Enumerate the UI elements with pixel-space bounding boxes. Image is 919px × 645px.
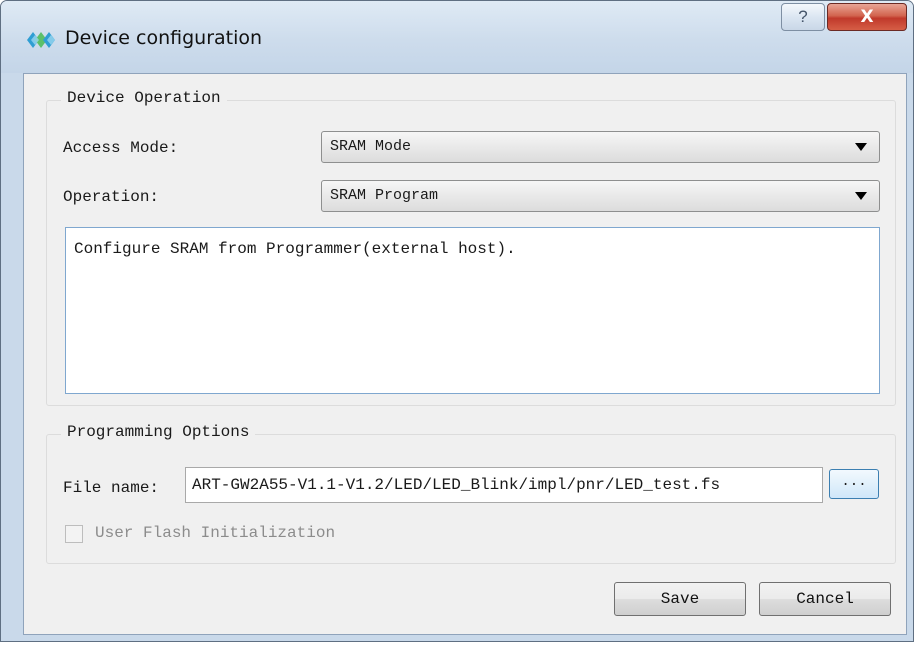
chevron-down-icon [855, 143, 867, 151]
file-name-label: File name: [63, 479, 160, 497]
access-mode-label: Access Mode: [63, 139, 179, 157]
device-operation-group: Device Operation Access Mode: SRAM Mode … [46, 89, 896, 406]
file-name-input[interactable] [185, 467, 823, 503]
device-operation-title: Device Operation [61, 89, 227, 107]
browse-button[interactable]: ... [829, 469, 879, 499]
operation-label: Operation: [63, 188, 160, 206]
operation-select[interactable]: SRAM Program [321, 180, 880, 212]
dialog-body: Device Operation Access Mode: SRAM Mode … [23, 73, 907, 635]
programming-options-group: Programming Options File name: ... User … [46, 423, 896, 564]
operation-description: Configure SRAM from Programmer(external … [65, 227, 880, 394]
user-flash-checkbox[interactable] [65, 525, 83, 543]
close-icon: X [860, 7, 874, 27]
title-bar[interactable]: Device configuration ? X [1, 1, 913, 73]
access-mode-value: SRAM Mode [330, 138, 412, 155]
device-configuration-dialog: Device configuration ? X Device Operatio… [0, 0, 914, 642]
access-mode-select[interactable]: SRAM Mode [321, 131, 880, 163]
save-button[interactable]: Save [614, 582, 746, 616]
operation-value: SRAM Program [330, 187, 439, 204]
help-button[interactable]: ? [781, 3, 825, 31]
question-mark-icon: ? [798, 7, 808, 26]
programming-options-title: Programming Options [61, 423, 256, 441]
gowin-logo-icon [27, 32, 55, 48]
cancel-button[interactable]: Cancel [759, 582, 891, 616]
user-flash-label: User Flash Initialization [95, 524, 336, 542]
close-button[interactable]: X [827, 3, 907, 31]
window-title: Device configuration [65, 27, 263, 49]
chevron-down-icon [855, 192, 867, 200]
